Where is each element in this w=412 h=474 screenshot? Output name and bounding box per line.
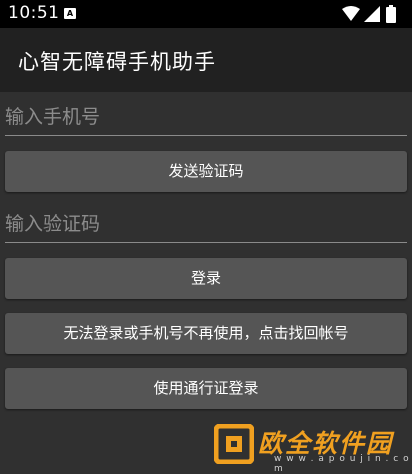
app-bar: 心智无障碍手机助手 (0, 28, 412, 92)
login-button[interactable]: 登录 (5, 258, 407, 299)
signal-icon (364, 6, 380, 22)
send-code-button[interactable]: 发送验证码 (5, 151, 407, 192)
passport-login-button[interactable]: 使用通行证登录 (5, 368, 407, 409)
watermark-logo-icon (214, 424, 254, 464)
status-time: 10:51 (8, 3, 60, 23)
app-title: 心智无障碍手机助手 (18, 50, 216, 74)
watermark: 欧全软件园 w w w . a p o u j i n . c o m (214, 424, 410, 474)
recover-account-button[interactable]: 无法登录或手机号不再使用，点击找回帐号 (5, 313, 407, 354)
notification-icon: A (64, 8, 76, 19)
wifi-icon (342, 6, 360, 21)
status-icons (342, 5, 404, 23)
watermark-url: w w w . a p o u j i n . c o m (274, 454, 410, 474)
status-bar: 10:51 A (0, 0, 412, 28)
battery-icon (386, 5, 396, 23)
verification-code-input[interactable] (5, 208, 407, 243)
phone-input[interactable] (5, 101, 407, 136)
